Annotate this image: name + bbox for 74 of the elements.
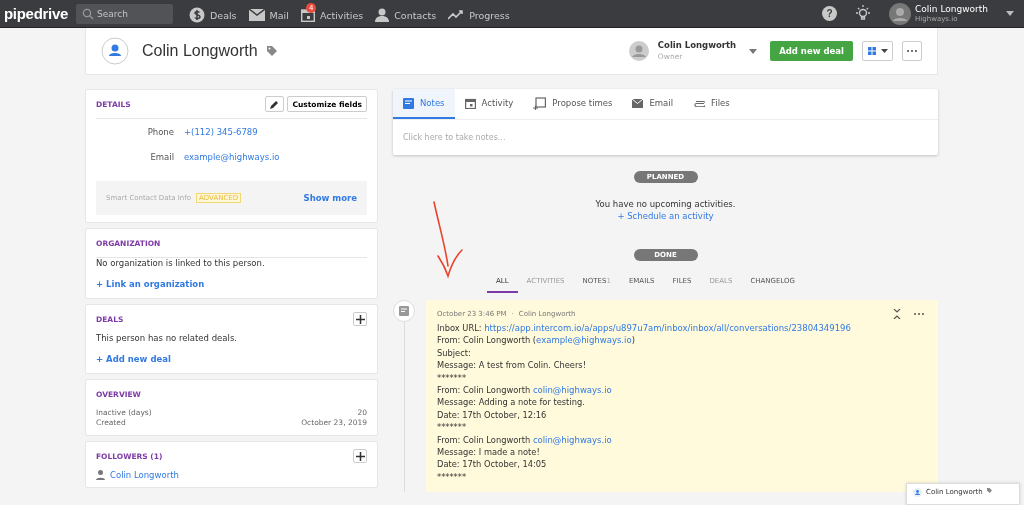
field-value[interactable]: example@highways.io <box>184 151 280 162</box>
note-line: Message: A test from Colin. Cheers! <box>437 359 587 372</box>
empty-message: No organization is linked to this person. <box>96 258 266 268</box>
schedule-activity-link[interactable]: + Schedule an activity <box>617 211 714 221</box>
avatar-icon <box>628 41 649 61</box>
field-label: Email <box>149 151 174 162</box>
logo[interactable]: pipedrive <box>4 5 68 22</box>
lightbulb-icon[interactable] <box>855 4 872 23</box>
field-label: Phone <box>146 126 174 137</box>
field-value[interactable]: +(112) 345-6789 <box>184 126 258 137</box>
dollar-icon <box>189 7 205 23</box>
caret-icon[interactable] <box>1006 11 1014 16</box>
note-line: From: Colin Longworth colin@highways.io <box>437 384 613 397</box>
plus-icon <box>355 314 365 324</box>
note-line: Date: 17th October, 12:16 <box>437 408 548 422</box>
person-icon <box>96 470 105 480</box>
empty-message: You have no upcoming activities. <box>595 199 736 209</box>
note-line: From: Colin Longworth colin@highways.io <box>437 433 613 447</box>
note-line: Date: 17th October, 14:05 <box>437 458 548 471</box>
envelope-icon <box>248 9 265 21</box>
view-menu-button[interactable] <box>862 41 893 61</box>
person-icon <box>101 37 129 65</box>
person-icon <box>913 488 922 497</box>
edit-button[interactable] <box>265 96 285 112</box>
empty-message: This person has no related deals. <box>96 333 239 343</box>
nav-item[interactable]: Mail <box>248 3 289 24</box>
owner-name[interactable]: Colin Longworth <box>657 40 737 51</box>
note-link[interactable]: https://app.intercom.io/a/apps/u897u7am/inbox/inbox/all/conversations/23804349196 <box>484 323 851 333</box>
person-name: Colin Longworth <box>142 42 258 60</box>
follower-link[interactable]: Colin Longworth <box>110 470 179 480</box>
note-link[interactable]: colin@highways.io <box>532 385 612 396</box>
nav-item[interactable]: Contacts <box>375 2 437 25</box>
note-line: Message: I made a note! <box>437 446 541 459</box>
help-button[interactable]: ? <box>822 6 838 21</box>
note-line: From: Colin Longworth (example@highways.io) <box>437 334 636 347</box>
user-name[interactable]: Colin Longworth <box>915 3 988 14</box>
composer-tab[interactable]: Activity <box>454 89 524 119</box>
calendar-icon <box>464 97 476 109</box>
envelope-icon <box>632 98 644 108</box>
note-line: Message: Adding a note for testing. <box>437 396 586 409</box>
note-line: ******* <box>437 421 468 434</box>
more-button[interactable] <box>902 41 922 61</box>
note-line: ******* <box>437 470 468 484</box>
person-icon <box>375 8 390 22</box>
avatar-icon[interactable] <box>889 2 912 25</box>
tag-icon <box>986 488 992 493</box>
note-line: Subject: <box>437 346 472 360</box>
add-button[interactable] <box>353 449 367 463</box>
caret-icon[interactable] <box>749 48 758 54</box>
trend-icon <box>448 10 465 20</box>
note-link[interactable]: colin@highways.io <box>532 434 612 445</box>
collapse-icon[interactable] <box>893 309 901 319</box>
add-button[interactable] <box>353 312 367 326</box>
composer-tab[interactable]: Propose times <box>523 89 623 119</box>
note-link[interactable]: example@highways.io <box>536 335 632 346</box>
composer-tab[interactable]: Notes <box>393 89 455 119</box>
note-icon <box>403 97 414 109</box>
link-organization-link[interactable]: + Link an organization <box>96 279 205 289</box>
note-line: Inbox URL: https://app.intercom.io/a/apps/u897u7am/inbox/inbox/all/conversations/23804349196 <box>437 322 852 335</box>
search-field[interactable]: Search <box>76 3 173 24</box>
grid-caret-icon <box>867 47 888 55</box>
note-line: ******* <box>437 371 468 385</box>
paperclip-icon <box>693 99 706 107</box>
show-more-link[interactable]: Show more <box>303 193 357 203</box>
calendar-plus-icon <box>533 96 547 110</box>
composer-tab[interactable]: Email <box>622 89 684 119</box>
plus-icon <box>355 451 365 461</box>
add-deal-link[interactable]: + Add new deal <box>96 354 171 364</box>
nav-item[interactable]: Progress <box>448 3 510 24</box>
composer-tab[interactable]: Files <box>683 89 740 119</box>
pencil-icon <box>270 99 280 109</box>
tag-icon[interactable] <box>266 46 277 56</box>
nav-item[interactable]: Deals <box>189 1 237 26</box>
search-icon <box>82 7 94 20</box>
